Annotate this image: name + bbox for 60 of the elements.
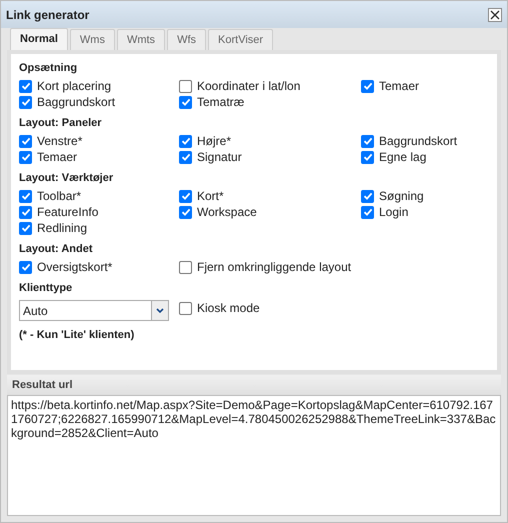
checkbox-label: Tematræ [197, 96, 244, 108]
window-title: Link generator [6, 6, 90, 24]
checkbox[interactable] [179, 150, 192, 164]
checkbox[interactable] [179, 80, 192, 92]
section-heading: Layout: Andet [19, 242, 94, 257]
tab[interactable]: Wmts [116, 29, 166, 50]
section-heading: Layout: Værktøjer [19, 171, 114, 186]
checkbox-label: Egne lag [379, 151, 426, 163]
tab[interactable]: Wms [70, 29, 115, 50]
checkbox-label: Fjern omkringliggende layout [197, 261, 352, 273]
checkbox-label: Login [379, 206, 408, 218]
checkbox-label: Baggrundskort [379, 135, 458, 147]
chevron-down-icon [156, 308, 164, 314]
checkbox-label: Venstre* [37, 135, 82, 147]
checkbox-label: Signatur [197, 151, 242, 163]
checkbox[interactable] [19, 260, 32, 274]
checkbox-label: Toolbar* [37, 190, 82, 202]
checkbox[interactable] [361, 80, 374, 92]
checkbox-label: Kort* [197, 190, 224, 202]
checkbox[interactable] [179, 190, 192, 202]
url-field[interactable]: https://beta.kortinfo.net/Map.aspx?Site=Demo&Page=Kortopslag&MapCenter=610792.1671760727;6226827.165990712&MapLevel=4.780450026252988&ThemeTreeLink=337&Background=2852&Client=Auto [7, 395, 501, 516]
section-heading: Opsætning [19, 61, 78, 76]
tab[interactable]: Normal [10, 28, 68, 50]
tab[interactable]: KortViser [208, 29, 274, 50]
checkbox[interactable] [19, 80, 32, 92]
checkbox-label: Workspace [197, 206, 257, 218]
checkbox[interactable] [179, 206, 192, 218]
checkbox-label: Temaer [379, 80, 420, 92]
checkbox[interactable] [19, 96, 32, 108]
checkbox-label: Temaer [37, 151, 78, 163]
checkbox[interactable] [179, 134, 192, 148]
section-heading: Klienttype [19, 281, 74, 296]
checkbox-label: Kiosk mode [197, 302, 260, 314]
section-heading: Layout: Paneler [19, 116, 103, 131]
checkbox[interactable] [19, 206, 32, 218]
checkbox[interactable] [19, 222, 32, 234]
checkbox-label: Kort placering [37, 80, 112, 92]
client-type-select[interactable]: Auto [19, 300, 169, 321]
checkbox[interactable] [361, 150, 374, 164]
checkbox-label: Redlining [37, 222, 88, 234]
checkbox[interactable] [361, 134, 374, 148]
checkbox[interactable] [179, 302, 192, 314]
checkbox[interactable] [361, 190, 374, 202]
checkbox[interactable] [361, 206, 374, 218]
checkbox-label: Koordinater i lat/lon [197, 80, 300, 92]
close-button[interactable] [488, 8, 502, 22]
checkbox-label: Højre* [197, 135, 232, 147]
checkbox[interactable] [19, 134, 32, 148]
result-heading: Resultat url [12, 378, 73, 393]
checkbox-label: Baggrundskort [37, 96, 116, 108]
tab[interactable]: Wfs [167, 29, 206, 50]
checkbox[interactable] [19, 150, 32, 164]
checkbox-label: Oversigtskort* [37, 261, 112, 273]
footnote: (* - Kun 'Lite' klienten) [19, 328, 136, 343]
close-icon [490, 10, 500, 20]
checkbox-label: Søgning [379, 190, 424, 202]
checkbox[interactable] [179, 96, 192, 108]
checkbox[interactable] [179, 260, 192, 274]
checkbox[interactable] [19, 190, 32, 202]
checkbox-label: FeatureInfo [37, 206, 98, 218]
